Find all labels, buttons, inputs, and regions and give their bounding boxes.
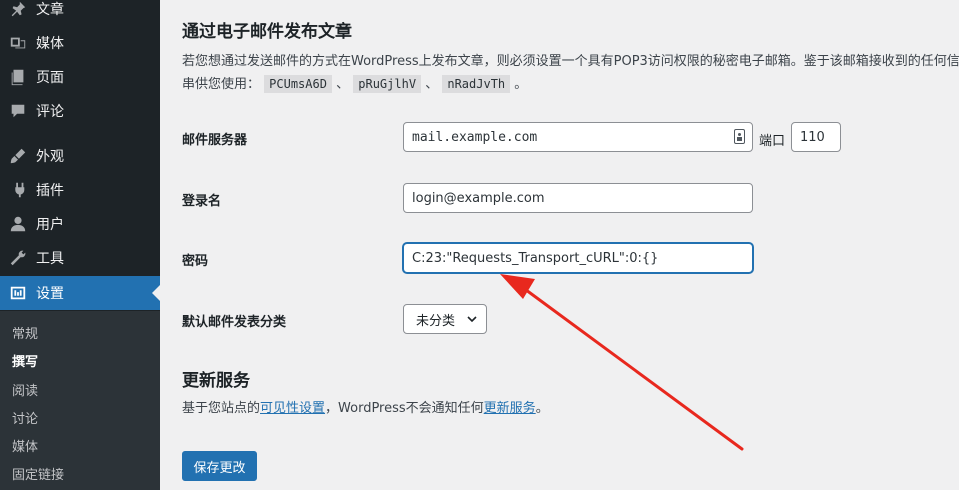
chevron-down-icon (467, 316, 477, 323)
appearance-icon (0, 139, 36, 173)
pages-icon (0, 60, 36, 94)
post-via-email-heading: 通过电子邮件发布文章 (182, 22, 352, 42)
separator: 、 (336, 77, 350, 92)
settings-main: 通过电子邮件发布文章 若您想通过发送邮件的方式在WordPress上发布文章，则… (160, 0, 959, 490)
settings-icon (0, 276, 36, 310)
submenu-item-discussion[interactable]: 讨论 (12, 408, 38, 427)
menu-label: 用户 (36, 217, 64, 233)
secret-code-2: pRuGjlhV (353, 75, 422, 93)
secret-strings-prefix: 串供您使用： (182, 77, 261, 92)
secret-code-1: PCUmsA6D (264, 75, 332, 93)
mail-server-label: 邮件服务器 (182, 133, 248, 148)
menu-label: 媒体 (36, 36, 64, 52)
update-services-heading: 更新服务 (182, 371, 250, 391)
port-input[interactable]: 110 (791, 122, 841, 152)
update-services-link[interactable]: 更新服务 (484, 401, 536, 416)
menu-label: 工具 (36, 251, 64, 267)
visibility-settings-link[interactable]: 可见性设置 (260, 401, 325, 416)
menu-label: 设置 (36, 286, 64, 302)
menu-item-posts[interactable]: 文章 (0, 0, 160, 26)
mail-server-input[interactable]: mail.example.com (403, 122, 753, 152)
settings-submenu: 常规 撰写 阅读 讨论 媒体 固定链接 (0, 311, 160, 490)
menu-item-settings[interactable]: 设置 (0, 276, 160, 310)
submenu-item-general[interactable]: 常规 (12, 323, 38, 342)
port-label: 端口 (759, 134, 786, 149)
default-category-label: 默认邮件发表分类 (182, 315, 287, 330)
menu-item-users[interactable]: 用户 (0, 207, 160, 241)
submenu-item-permalinks[interactable]: 固定链接 (12, 464, 64, 483)
menu-item-tools[interactable]: 工具 (0, 241, 160, 275)
menu-item-comments[interactable]: 评论 (0, 94, 160, 128)
menu-item-pages[interactable]: 页面 (0, 60, 160, 94)
users-icon (0, 207, 36, 241)
secret-strings-suffix: 。 (514, 77, 528, 92)
menu-label: 评论 (36, 104, 64, 120)
submenu-item-reading[interactable]: 阅读 (12, 380, 38, 399)
plugins-icon (0, 173, 36, 207)
default-category-value: 未分类 (416, 313, 456, 329)
menu-item-plugins[interactable]: 插件 (0, 173, 160, 207)
secret-code-3: nRadJvTh (442, 75, 511, 93)
update-services-middle: ，WordPress不会通知任何 (325, 401, 484, 416)
media-icon (0, 26, 36, 60)
password-label: 密码 (182, 254, 209, 269)
password-manager-icon[interactable] (734, 129, 745, 144)
mail-server-value: mail.example.com (412, 129, 538, 145)
login-input[interactable]: login@example.com (403, 183, 753, 213)
menu-label: 外观 (36, 149, 64, 165)
menu-item-appearance[interactable]: 外观 (0, 139, 160, 173)
menu-label: 插件 (36, 183, 64, 199)
password-input[interactable]: C:23:"Requests_Transport_cURL":0:{} (403, 243, 753, 273)
admin-sidebar: 文章 媒体 页面 评论 外观 插件 用户 工具 设置 常规 撰写 阅读 讨论 媒… (0, 0, 160, 490)
login-value: login@example.com (412, 190, 545, 206)
update-services-prefix: 基于您站点的 (182, 401, 261, 416)
secret-strings-line: 串供您使用： PCUmsA6D 、 pRuGjlhV 、 nRadJvTh 。 (182, 73, 527, 96)
menu-label: 文章 (36, 2, 64, 18)
save-changes-button[interactable]: 保存更改 (182, 451, 257, 481)
menu-label: 页面 (36, 70, 64, 86)
tools-icon (0, 241, 36, 275)
login-label: 登录名 (182, 194, 222, 209)
update-services-suffix: 。 (535, 401, 549, 416)
update-services-description: 基于您站点的可见性设置，WordPress不会通知任何更新服务。 (182, 398, 549, 420)
submenu-item-writing[interactable]: 撰写 (12, 351, 38, 370)
menu-item-media[interactable]: 媒体 (0, 26, 160, 60)
pin-icon (0, 0, 36, 26)
port-value: 110 (800, 129, 825, 145)
separator: 、 (425, 77, 439, 92)
default-category-select[interactable]: 未分类 (403, 304, 487, 334)
password-value: C:23:"Requests_Transport_cURL":0:{} (412, 250, 659, 266)
comments-icon (0, 94, 36, 128)
submenu-item-media[interactable]: 媒体 (12, 436, 38, 455)
post-via-email-description: 若您想通过发送邮件的方式在WordPress上发布文章，则必须设置一个具有POP… (182, 54, 959, 69)
